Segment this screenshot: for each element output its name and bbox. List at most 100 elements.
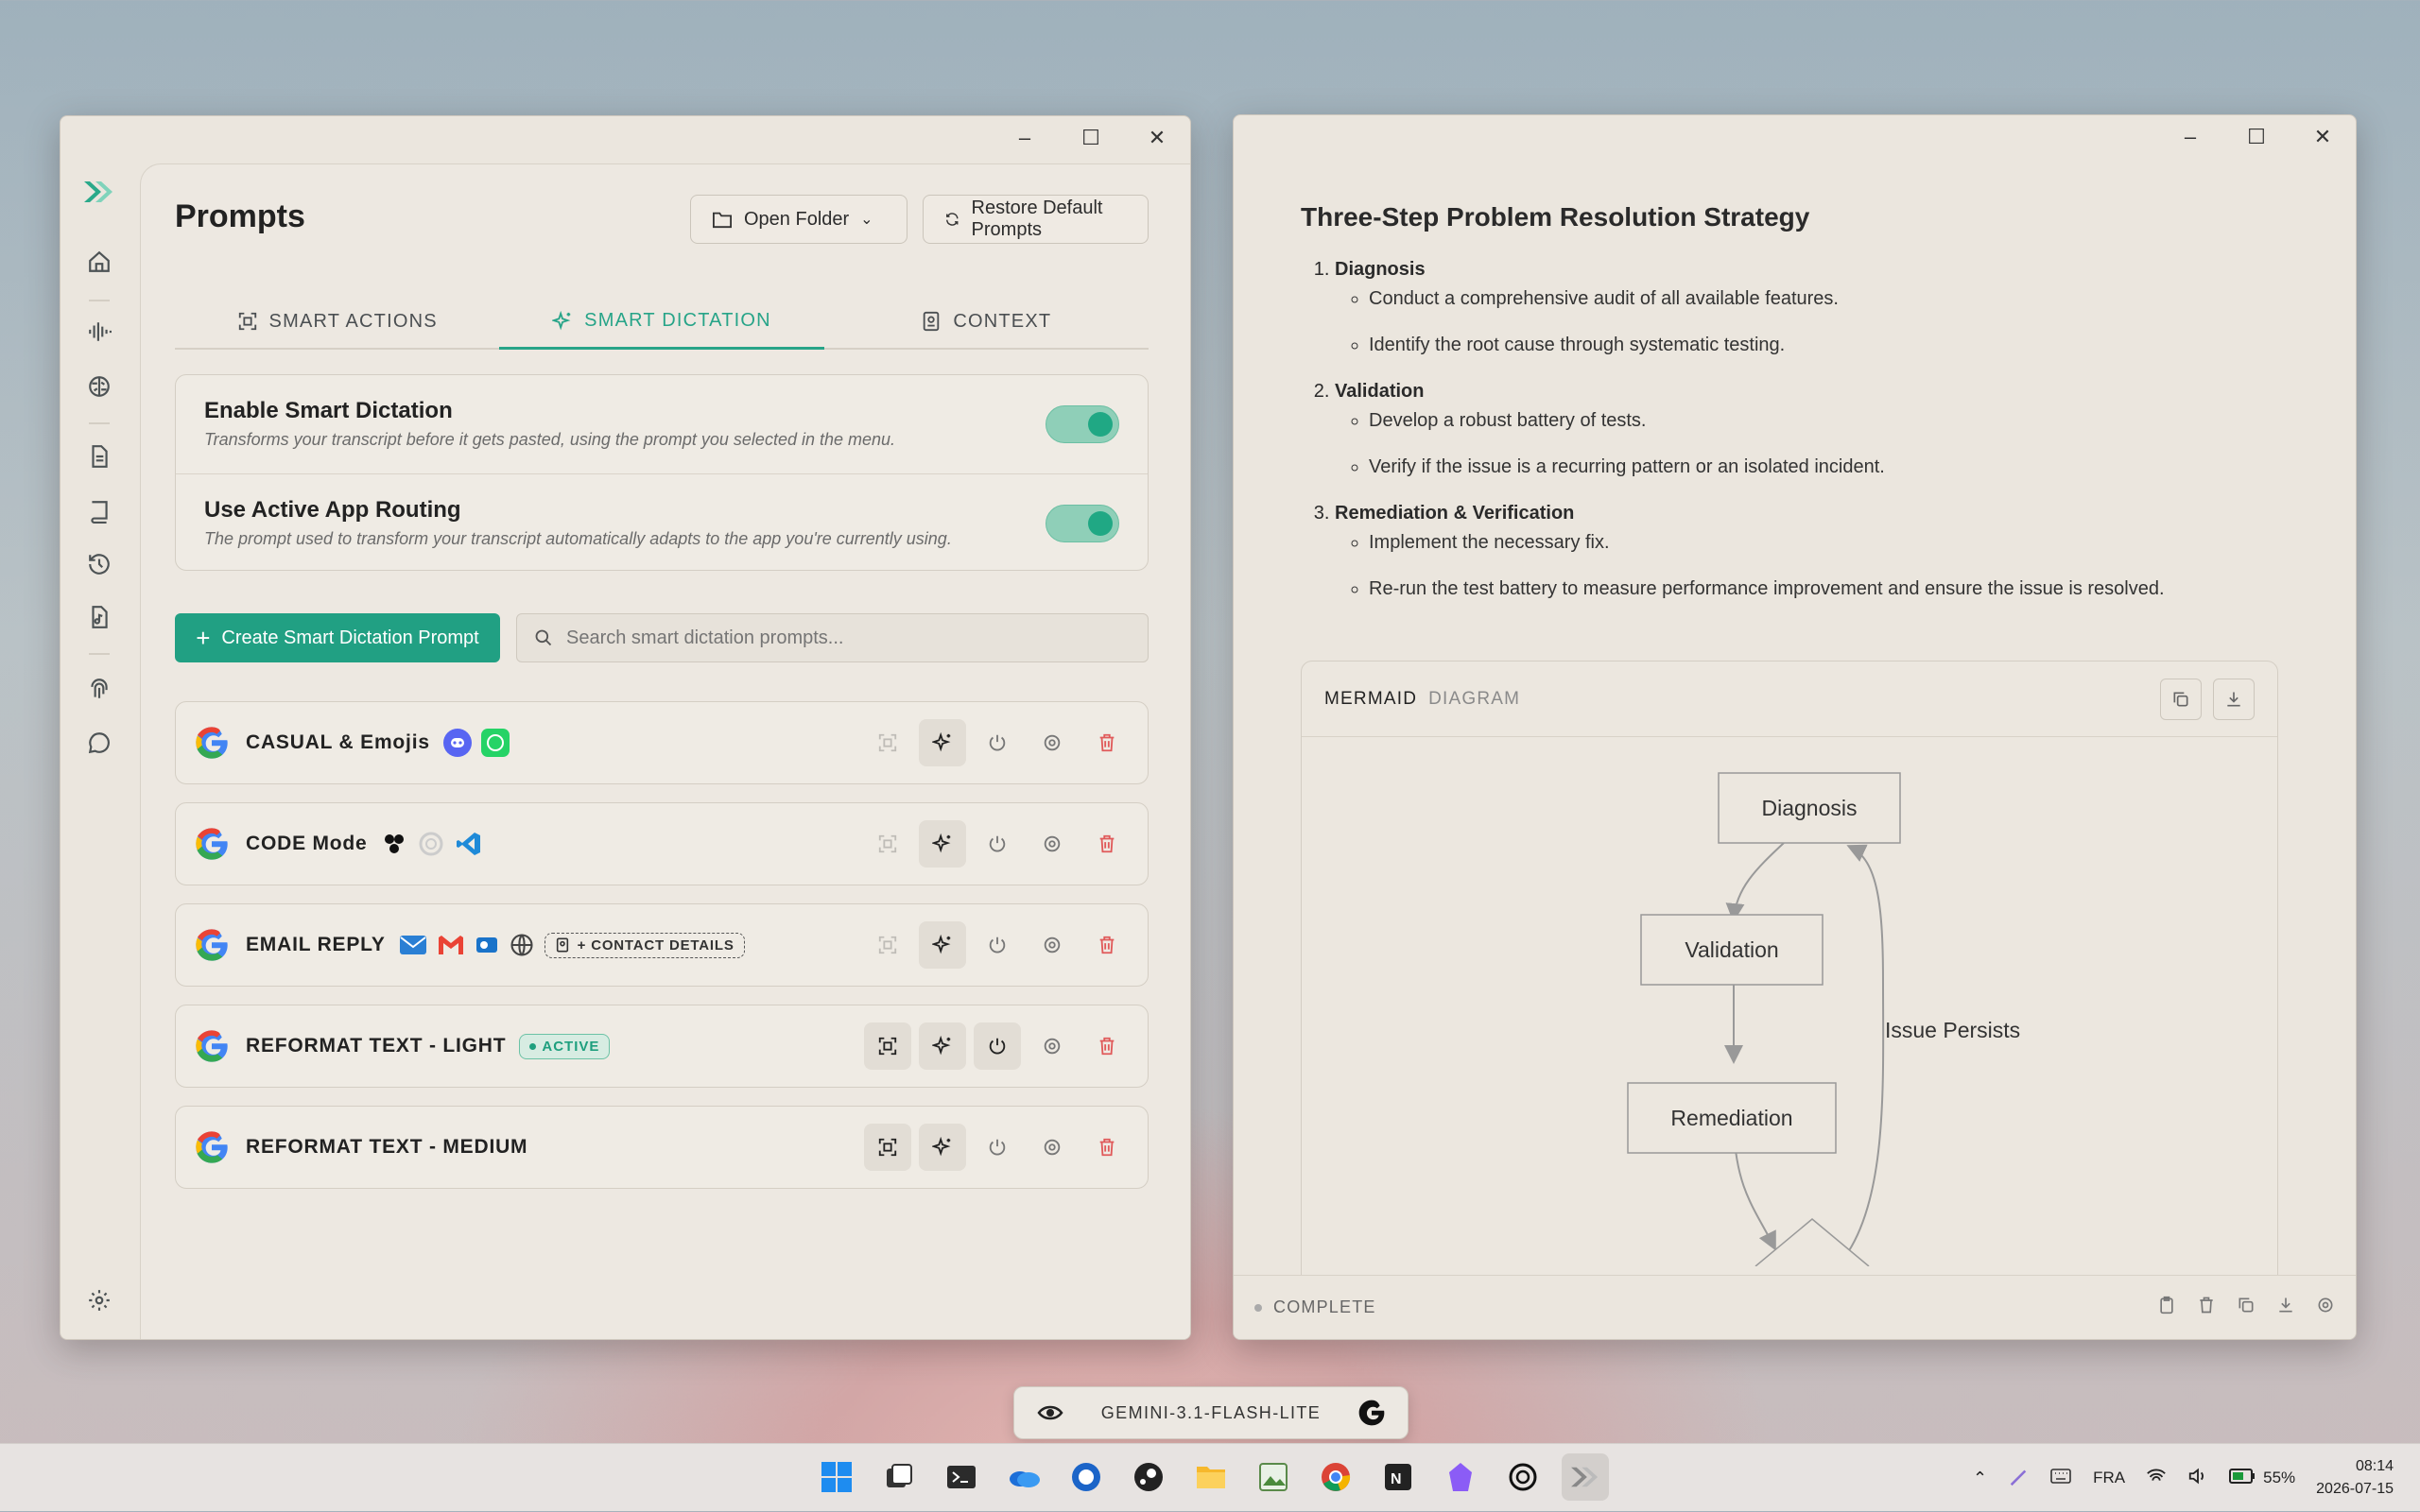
app-icons bbox=[381, 830, 483, 858]
setting-active-app-routing: Use Active App Routing The prompt used t… bbox=[176, 473, 1148, 572]
image-viewer-icon[interactable] bbox=[1250, 1453, 1297, 1501]
fingerprint-icon[interactable] bbox=[80, 670, 118, 708]
scan-action-icon[interactable] bbox=[864, 921, 911, 969]
app-logo-icon[interactable] bbox=[1562, 1453, 1609, 1501]
result-window: – ☐ ✕ Three-Step Problem Resolution Stra… bbox=[1233, 114, 2357, 1340]
gear-icon[interactable] bbox=[1028, 921, 1076, 969]
prompt-actions bbox=[864, 921, 1131, 969]
prompt-card[interactable]: CODE Mode bbox=[175, 802, 1149, 885]
audio-file-icon[interactable] bbox=[80, 598, 118, 636]
sparkles-action-icon[interactable] bbox=[919, 1124, 966, 1171]
trash-icon[interactable] bbox=[1083, 820, 1131, 868]
prompt-card[interactable]: EMAIL REPLY + CONTACT DETAILS bbox=[175, 903, 1149, 987]
chatgpt-icon[interactable] bbox=[1499, 1453, 1547, 1501]
gear-icon[interactable] bbox=[1028, 1124, 1076, 1171]
terminal-icon[interactable] bbox=[938, 1453, 985, 1501]
google-icon bbox=[1358, 1400, 1385, 1426]
battery-icon[interactable] bbox=[2229, 1468, 2256, 1489]
search-input[interactable] bbox=[566, 627, 1096, 649]
sparkles-action-icon[interactable] bbox=[919, 820, 966, 868]
wifi-icon[interactable] bbox=[2146, 1467, 2167, 1490]
open-folder-button[interactable]: Open Folder ⌄ bbox=[690, 195, 908, 244]
notion-icon[interactable]: N bbox=[1374, 1453, 1422, 1501]
gear-icon[interactable] bbox=[1028, 719, 1076, 766]
list-item: Validation Develop a robust battery of t… bbox=[1335, 381, 2322, 478]
clock[interactable]: 08:14 2026-07-15 bbox=[2316, 1455, 2394, 1501]
model-indicator[interactable]: GEMINI-3.1-FLASH-LITE bbox=[1013, 1386, 1409, 1439]
power-icon[interactable] bbox=[974, 921, 1021, 969]
maximize-button[interactable]: ☐ bbox=[2223, 115, 2290, 159]
chat-icon[interactable] bbox=[80, 724, 118, 762]
scan-action-icon[interactable] bbox=[864, 1124, 911, 1171]
brain-icon[interactable] bbox=[80, 368, 118, 405]
copy-icon[interactable] bbox=[2160, 678, 2202, 720]
prompt-card[interactable]: CASUAL & Emojis bbox=[175, 701, 1149, 784]
book-icon[interactable] bbox=[80, 492, 118, 530]
app-icons: + CONTACT DETAILS bbox=[399, 932, 745, 958]
list-item: Remediation & Verification Implement the… bbox=[1335, 503, 2322, 600]
document-icon[interactable] bbox=[80, 438, 118, 475]
keyboard-icon[interactable] bbox=[2049, 1467, 2072, 1490]
power-icon[interactable] bbox=[974, 719, 1021, 766]
history-icon[interactable] bbox=[80, 545, 118, 583]
thunderbird-icon[interactable] bbox=[1063, 1453, 1110, 1501]
tab-smart-actions[interactable]: SMART ACTIONS bbox=[175, 295, 499, 348]
status-text: COMPLETE bbox=[1273, 1297, 1376, 1316]
gear-icon[interactable] bbox=[1028, 820, 1076, 868]
gear-icon[interactable] bbox=[2316, 1296, 2335, 1319]
minimize-button[interactable]: – bbox=[992, 116, 1058, 160]
sparkles-action-icon[interactable] bbox=[919, 1022, 966, 1070]
restore-label: Restore Default Prompts bbox=[971, 198, 1103, 240]
prompt-name: EMAIL REPLY bbox=[246, 934, 386, 955]
enable-smart-dictation-toggle[interactable] bbox=[1046, 405, 1119, 443]
volume-icon[interactable] bbox=[2187, 1467, 2208, 1490]
power-icon[interactable] bbox=[974, 1124, 1021, 1171]
tab-context[interactable]: CONTEXT bbox=[824, 295, 1149, 348]
trash-icon[interactable] bbox=[1083, 1124, 1131, 1171]
trash-icon[interactable] bbox=[1083, 1022, 1131, 1070]
power-icon[interactable] bbox=[974, 1022, 1021, 1070]
active-app-routing-toggle[interactable] bbox=[1046, 505, 1119, 542]
start-menu-icon[interactable] bbox=[813, 1453, 860, 1501]
tab-smart-dictation[interactable]: SMART DICTATION bbox=[499, 295, 824, 350]
copy-icon[interactable] bbox=[2237, 1296, 2256, 1319]
trash-icon[interactable] bbox=[1083, 921, 1131, 969]
contact-card-icon bbox=[556, 937, 568, 953]
task-view-icon[interactable] bbox=[875, 1453, 923, 1501]
obsidian-icon[interactable] bbox=[1437, 1453, 1484, 1501]
onedrive-icon[interactable] bbox=[1000, 1453, 1047, 1501]
gear-icon[interactable] bbox=[1028, 1022, 1076, 1070]
scan-action-icon[interactable] bbox=[864, 820, 911, 868]
download-icon[interactable] bbox=[2213, 678, 2255, 720]
close-button[interactable]: ✕ bbox=[2290, 115, 2356, 159]
search-box bbox=[516, 613, 1149, 662]
pen-icon[interactable] bbox=[2008, 1466, 2029, 1491]
trash-icon[interactable] bbox=[1083, 719, 1131, 766]
sidebar bbox=[60, 116, 140, 1339]
prompt-card[interactable]: REFORMAT TEXT - MEDIUM bbox=[175, 1106, 1149, 1189]
prompt-card[interactable]: REFORMAT TEXT - LIGHT ACTIVE bbox=[175, 1005, 1149, 1088]
chevron-up-icon[interactable]: ⌃ bbox=[1973, 1469, 1987, 1488]
settings-gear-icon[interactable] bbox=[80, 1281, 118, 1319]
audio-waveform-icon[interactable] bbox=[80, 313, 118, 351]
clipboard-icon[interactable] bbox=[2157, 1296, 2176, 1319]
restore-default-prompts-button[interactable]: Restore Default Prompts bbox=[923, 195, 1149, 244]
maximize-button[interactable]: ☐ bbox=[1058, 116, 1124, 160]
minimize-button[interactable]: – bbox=[2157, 115, 2223, 159]
home-icon[interactable] bbox=[80, 243, 118, 281]
download-icon[interactable] bbox=[2276, 1296, 2295, 1319]
close-button[interactable]: ✕ bbox=[1124, 116, 1190, 160]
chrome-icon[interactable] bbox=[1312, 1453, 1359, 1501]
power-icon[interactable] bbox=[974, 820, 1021, 868]
create-prompt-button[interactable]: + Create Smart Dictation Prompt bbox=[175, 613, 500, 662]
sparkles-action-icon[interactable] bbox=[919, 719, 966, 766]
file-explorer-icon[interactable] bbox=[1187, 1453, 1235, 1501]
steam-icon[interactable] bbox=[1125, 1453, 1172, 1501]
prompt-name: REFORMAT TEXT - LIGHT bbox=[246, 1035, 507, 1057]
scan-action-icon[interactable] bbox=[864, 1022, 911, 1070]
document-title: Three-Step Problem Resolution Strategy bbox=[1301, 202, 1810, 232]
trash-icon[interactable] bbox=[2197, 1296, 2216, 1319]
sparkles-action-icon[interactable] bbox=[919, 921, 966, 969]
scan-action-icon[interactable] bbox=[864, 719, 911, 766]
language-indicator[interactable]: FRA bbox=[2093, 1469, 2125, 1487]
